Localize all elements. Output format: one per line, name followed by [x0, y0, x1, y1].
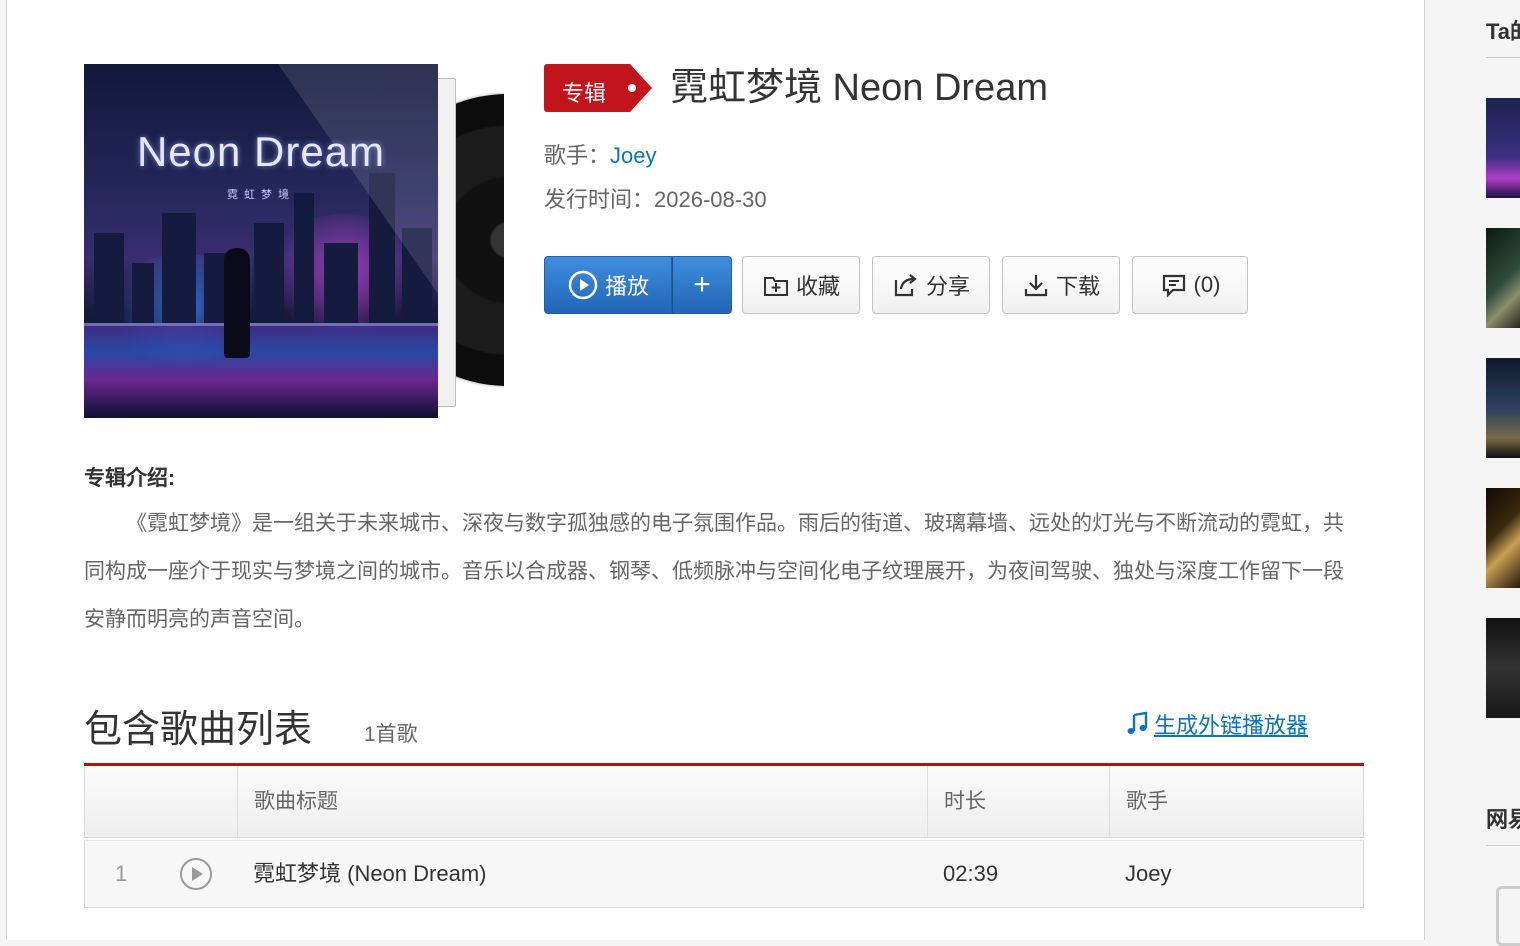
artist-label: 歌手：	[544, 143, 611, 168]
release-date-label: 发行时间：	[544, 187, 655, 212]
play-song-icon[interactable]	[179, 857, 213, 891]
cover-railing	[84, 323, 438, 326]
tag-dot	[628, 84, 636, 92]
sidebar-heading-other-albums: Ta的	[1486, 19, 1520, 44]
header-artist: 歌手	[1109, 766, 1363, 838]
cover-building	[132, 263, 154, 323]
favorite-button-label: 收藏	[795, 274, 840, 299]
album-cover-area: Neon Dream 霓虹梦境	[84, 64, 504, 424]
songlist-count: 1首歌	[364, 723, 418, 746]
song-title[interactable]: 霓虹梦境 (Neon Dream)	[253, 841, 486, 907]
artist-link[interactable]: Joey	[610, 143, 656, 168]
album-intro-heading: 专辑介绍:	[84, 467, 175, 490]
release-date-value: 2026-08-30	[654, 187, 767, 212]
download-button-label: 下载	[1055, 274, 1100, 299]
cover-subtitle-text: 霓虹梦境	[227, 189, 295, 201]
header-title: 歌曲标题	[237, 766, 927, 838]
sidebar-app-icon[interactable]	[1496, 886, 1520, 946]
sidebar-album-thumb[interactable]	[1486, 358, 1520, 458]
share-button-label: 分享	[925, 274, 970, 299]
sidebar-album-thumb[interactable]	[1486, 98, 1520, 198]
comment-count: (0)	[1193, 272, 1221, 297]
cover-water-reflection	[84, 323, 438, 418]
sidebar-album-thumb[interactable]	[1486, 228, 1520, 328]
header-duration: 时长	[927, 766, 1109, 838]
artist-line: 歌手：Joey	[544, 138, 657, 170]
play-button[interactable]: 播放	[544, 256, 672, 314]
album-cover-image: Neon Dream 霓虹梦境	[84, 64, 438, 418]
download-icon	[1022, 271, 1050, 299]
sidebar-heading-second: 网易	[1486, 807, 1520, 832]
sidebar-divider	[1486, 845, 1520, 846]
cover-building	[94, 233, 124, 323]
tag-label: 专辑	[562, 81, 607, 106]
music-note-icon	[1124, 711, 1150, 737]
song-index: 1	[115, 861, 128, 886]
table-row[interactable]: 1 霓虹梦境 (Neon Dream) 02:39 Joey	[84, 840, 1364, 908]
folder-plus-icon	[762, 271, 790, 299]
share-button[interactable]: 分享	[872, 256, 990, 314]
song-artist[interactable]: Joey	[1125, 841, 1171, 907]
download-button[interactable]: 下载	[1002, 256, 1120, 314]
share-icon	[892, 271, 920, 299]
cover-title-text: Neon Dream	[136, 128, 386, 175]
cover-shine	[278, 64, 438, 294]
cover-building	[162, 213, 196, 323]
cover-figure	[224, 248, 250, 358]
album-intro-text: 《霓虹梦境》是一组关于未来城市、深夜与数字孤独感的电子氛围作品。雨后的街道、玻璃…	[84, 512, 1344, 631]
add-to-playlist-button[interactable]: +	[672, 256, 732, 314]
songlist-table-header: 歌曲标题 时长 歌手	[84, 766, 1364, 838]
album-title: 霓虹梦境 Neon Dream	[670, 67, 1048, 109]
comment-button[interactable]: (0)	[1132, 256, 1248, 314]
play-button-label: 播放	[604, 274, 649, 299]
play-circle-icon	[567, 269, 599, 301]
sidebar-divider	[1486, 57, 1520, 58]
plus-icon: +	[693, 268, 711, 301]
header-index-column	[85, 766, 237, 838]
outchain-label: 生成外链播放器	[1154, 713, 1309, 738]
favorite-button[interactable]: 收藏	[742, 256, 860, 314]
comment-icon	[1160, 271, 1188, 299]
song-duration: 02:39	[943, 861, 999, 886]
sidebar-album-thumb[interactable]	[1486, 618, 1520, 718]
sidebar-album-thumb[interactable]	[1486, 488, 1520, 588]
album-tag: 专辑	[544, 64, 652, 112]
outchain-player-link[interactable]: 生成外链播放器	[1124, 708, 1308, 740]
songlist-title: 包含歌曲列表	[84, 709, 313, 751]
release-date-line: 发行时间：2026-08-30	[544, 182, 767, 214]
